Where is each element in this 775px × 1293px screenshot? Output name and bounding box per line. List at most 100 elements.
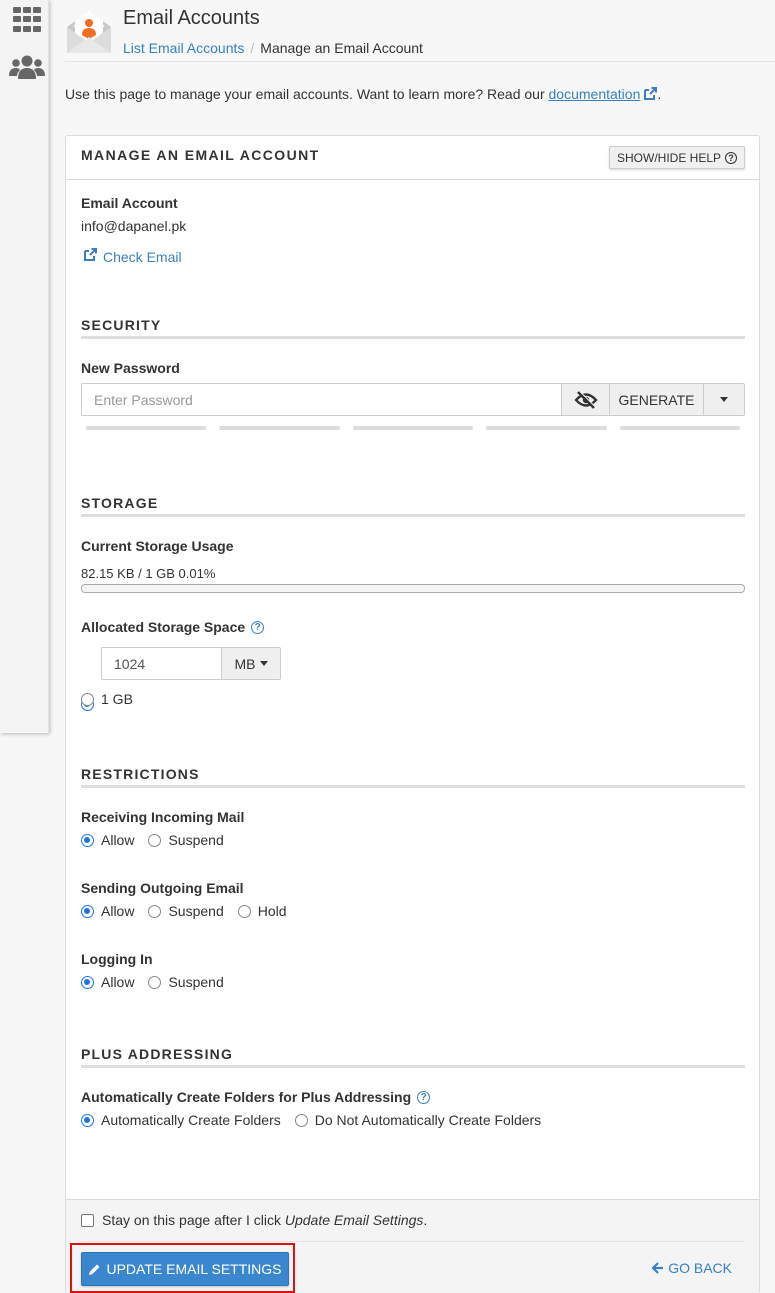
quota-1gb-label: 1 GB (101, 691, 133, 707)
option-label: Allow (101, 832, 134, 848)
option-label: Hold (258, 903, 287, 919)
quota-input-group: MB (101, 647, 281, 680)
apps-grid-icon[interactable] (13, 7, 41, 33)
option-label: Suspend (168, 903, 223, 919)
documentation-link[interactable]: documentation (549, 86, 641, 102)
login-allow-option[interactable]: Allow (81, 974, 134, 990)
quota-unit-label: MB (235, 656, 256, 672)
stay-on-page-label: Stay on this page after I click Update E… (102, 1212, 427, 1228)
option-label: Do Not Automatically Create Folders (315, 1112, 541, 1128)
strength-segment (353, 426, 473, 430)
users-icon[interactable] (9, 54, 47, 80)
sending-suspend-option[interactable]: Suspend (148, 903, 223, 919)
sending-hold-radio[interactable] (238, 905, 251, 918)
quota-1gb-radio[interactable] (81, 693, 94, 706)
option-label: Allow (101, 974, 134, 990)
breadcrumb-list-email-accounts[interactable]: List Email Accounts (123, 40, 244, 56)
login-suspend-option[interactable]: Suspend (148, 974, 223, 990)
option-label: Suspend (168, 832, 223, 848)
stay-text: Stay on this page after I click (102, 1212, 281, 1228)
show-hide-help-button[interactable]: SHOW/HIDE HELP ? (609, 146, 745, 169)
stay-on-page-option[interactable]: Stay on this page after I click Update E… (81, 1212, 427, 1228)
sending-email-options: Allow Suspend Hold (81, 903, 301, 919)
plus-addressing-options: Automatically Create Folders Do Not Auto… (81, 1112, 555, 1128)
page-title: Email Accounts (123, 7, 260, 30)
toggle-password-visibility-button[interactable] (561, 384, 609, 415)
sending-email-label: Sending Outgoing Email (81, 880, 244, 896)
breadcrumb-current: Manage an Email Account (260, 40, 423, 56)
external-link-icon (643, 87, 657, 101)
sending-hold-option[interactable]: Hold (238, 903, 287, 919)
sending-allow-option[interactable]: Allow (81, 903, 134, 919)
logging-in-label: Logging In (81, 951, 153, 967)
eye-slash-icon (574, 391, 598, 409)
allocated-storage-label: Allocated Storage Space (81, 619, 245, 635)
receiving-allow-radio[interactable] (81, 834, 94, 847)
auto-create-folders-radio[interactable] (81, 1114, 94, 1127)
option-label: Suspend (168, 974, 223, 990)
receiving-suspend-option[interactable]: Suspend (148, 832, 223, 848)
check-email-link[interactable]: Check Email (83, 248, 182, 265)
page-header: Email Accounts List Email Accounts / Manag… (65, 0, 775, 62)
generate-password-button[interactable]: GENERATE (609, 384, 703, 415)
allocated-storage-label-row: Allocated Storage Space ? (81, 619, 264, 635)
storage-section-title: STORAGE (81, 495, 158, 511)
help-icon[interactable]: ? (417, 1091, 430, 1104)
stay-on-page-checkbox[interactable] (81, 1214, 94, 1227)
receiving-mail-label: Receiving Incoming Mail (81, 809, 244, 825)
security-section-title: SECURITY (81, 317, 161, 333)
go-back-link[interactable]: GO BACK (652, 1260, 732, 1276)
update-button-label: UPDATE EMAIL SETTINGS (106, 1261, 281, 1277)
email-accounts-icon (65, 7, 113, 55)
section-divider (81, 514, 745, 517)
do-not-create-folders-option[interactable]: Do Not Automatically Create Folders (295, 1112, 541, 1128)
login-allow-radio[interactable] (81, 976, 94, 989)
intro-suffix: . (657, 86, 661, 102)
check-email-label: Check Email (103, 249, 182, 265)
password-strength-meter (86, 426, 740, 430)
breadcrumb-separator: / (250, 40, 254, 56)
quota-1gb-option[interactable]: 1 GB (81, 691, 133, 707)
left-sidebar (0, 0, 49, 733)
do-not-create-folders-radio[interactable] (295, 1114, 308, 1127)
current-storage-usage-label: Current Storage Usage (81, 538, 233, 554)
receiving-allow-option[interactable]: Allow (81, 832, 134, 848)
generate-options-dropdown[interactable] (703, 384, 744, 415)
storage-usage-text: 82.15 KB / 1 GB 0.01% (81, 566, 215, 581)
sending-allow-radio[interactable] (81, 905, 94, 918)
password-input-group: GENERATE (81, 383, 745, 416)
option-label: Allow (101, 903, 134, 919)
form-footer: Stay on this page after I click Update E… (66, 1199, 759, 1293)
intro-description: Use this page to manage your email accou… (65, 86, 545, 102)
storage-usage-bar (81, 584, 745, 593)
section-divider (81, 785, 745, 788)
plus-addressing-label-row: Automatically Create Folders for Plus Ad… (81, 1089, 430, 1105)
main-content: Email Accounts List Email Accounts / Manag… (65, 0, 759, 62)
new-password-label: New Password (81, 360, 180, 376)
help-button-label: SHOW/HIDE HELP (617, 151, 721, 165)
plus-addressing-label: Automatically Create Folders for Plus Ad… (81, 1089, 411, 1105)
option-label: Automatically Create Folders (101, 1112, 281, 1128)
footer-divider (81, 1241, 745, 1242)
quota-unit-dropdown[interactable]: MB (221, 648, 280, 679)
new-password-input[interactable] (82, 384, 561, 415)
quota-input[interactable] (102, 648, 221, 679)
auto-create-folders-option[interactable]: Automatically Create Folders (81, 1112, 281, 1128)
go-back-label: GO BACK (668, 1260, 732, 1276)
email-account-label: Email Account (81, 195, 178, 211)
email-account-value: info@dapanel.pk (81, 218, 186, 234)
section-divider (81, 1065, 745, 1068)
stay-emphasis: Update Email Settings (285, 1212, 424, 1228)
login-suspend-radio[interactable] (148, 976, 161, 989)
external-link-icon (83, 248, 97, 265)
help-icon[interactable]: ? (251, 621, 264, 634)
plus-addressing-section-title: PLUS ADDRESSING (81, 1046, 233, 1062)
quota-alt-option: 1 GB (81, 691, 147, 707)
update-email-settings-button[interactable]: UPDATE EMAIL SETTINGS (81, 1252, 289, 1286)
panel-header: MANAGE AN EMAIL ACCOUNT SHOW/HIDE HELP ? (66, 136, 759, 180)
receiving-suspend-radio[interactable] (148, 834, 161, 847)
sending-suspend-radio[interactable] (148, 905, 161, 918)
receiving-mail-options: Allow Suspend (81, 832, 238, 848)
panel-title: MANAGE AN EMAIL ACCOUNT (81, 147, 320, 163)
caret-down-icon (260, 661, 268, 666)
